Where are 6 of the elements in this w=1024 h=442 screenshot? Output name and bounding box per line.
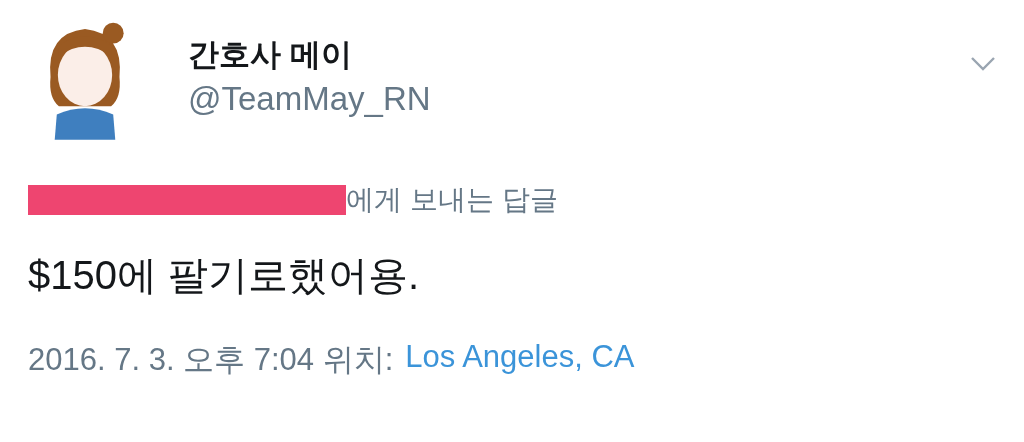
author-handle[interactable]: @TeamMay_RN <box>188 80 431 118</box>
timestamp: 2016. 7. 3. 오후 7:04 위치: <box>28 341 394 379</box>
location-link[interactable]: Los Angeles, CA <box>405 339 635 381</box>
reply-label: 에게 보내는 답글 <box>346 183 558 217</box>
author-name[interactable]: 간호사 메이 <box>188 34 431 76</box>
tweet-text: $150에 팔기로했어용. <box>28 252 421 299</box>
